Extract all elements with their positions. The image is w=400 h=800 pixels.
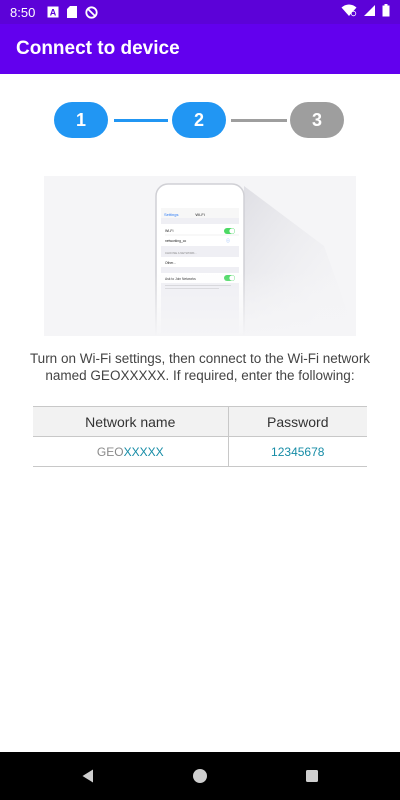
step-2: 2 — [172, 102, 226, 138]
step-connector-2 — [231, 119, 287, 122]
back-icon[interactable] — [76, 764, 100, 788]
status-bar: 8:50 A — [0, 0, 400, 24]
svg-text:A: A — [50, 8, 57, 18]
step-connector-1 — [114, 119, 168, 122]
navigation-bar — [0, 752, 400, 800]
battery-icon — [382, 4, 390, 20]
no-sync-icon — [85, 5, 98, 19]
sd-card-icon — [67, 6, 78, 18]
password-cell: 12345678 — [227, 436, 367, 467]
screen: 8:50 A Connect to device 1 2 3 Turn on W… — [0, 0, 400, 800]
table-row: GEOXXXXX 12345678 — [33, 436, 367, 467]
network-credentials-table: Network name Password GEOXXXXX 12345678 — [33, 406, 367, 467]
step-3: 3 — [290, 102, 344, 138]
step-1: 1 — [54, 102, 108, 138]
wifi-settings-illustration: Settings Wi-Fi Wi-Fi networking_co ⓘ CHO… — [44, 176, 356, 336]
instruction-text: Turn on Wi-Fi settings, then connect to … — [29, 351, 371, 383]
phone-wifi-settings-icon: Settings Wi-Fi Wi-Fi networking_co ⓘ CHO… — [44, 176, 356, 336]
stepper: 1 2 3 — [54, 102, 344, 140]
status-right — [341, 4, 390, 20]
recents-icon[interactable] — [300, 764, 324, 788]
status-time: 8:50 — [10, 4, 36, 20]
app-bar: Connect to device — [0, 24, 400, 74]
header-network-name: Network name — [33, 406, 228, 437]
a-text-icon: A — [47, 6, 59, 18]
signal-icon — [363, 4, 376, 20]
table-header-row: Network name Password — [33, 406, 367, 437]
header-password: Password — [227, 406, 367, 437]
page-title: Connect to device — [16, 38, 180, 59]
home-icon[interactable] — [188, 764, 212, 788]
network-suffix: XXXXX — [123, 444, 164, 459]
wifi-icon — [341, 4, 357, 20]
network-prefix: GEO — [96, 444, 124, 459]
network-name-cell: GEOXXXXX — [33, 436, 228, 467]
